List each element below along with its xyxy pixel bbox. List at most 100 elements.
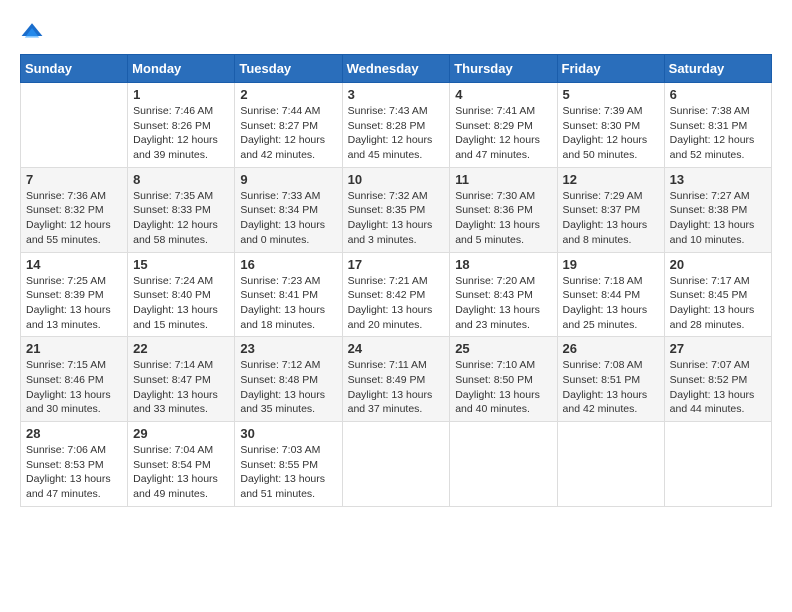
- day-info: Sunrise: 7:17 AMSunset: 8:45 PMDaylight:…: [670, 274, 766, 333]
- weekday-header: Thursday: [450, 55, 557, 83]
- calendar-cell: 23 Sunrise: 7:12 AMSunset: 8:48 PMDayligh…: [235, 337, 342, 422]
- day-number: 26: [563, 341, 659, 356]
- day-info: Sunrise: 7:14 AMSunset: 8:47 PMDaylight:…: [133, 358, 229, 417]
- day-number: 9: [240, 172, 336, 187]
- calendar-cell: 20 Sunrise: 7:17 AMSunset: 8:45 PMDayligh…: [664, 252, 771, 337]
- day-info: Sunrise: 7:44 AMSunset: 8:27 PMDaylight:…: [240, 104, 336, 163]
- day-number: 23: [240, 341, 336, 356]
- day-number: 30: [240, 426, 336, 441]
- day-number: 28: [26, 426, 122, 441]
- day-number: 18: [455, 257, 551, 272]
- day-info: Sunrise: 7:43 AMSunset: 8:28 PMDaylight:…: [348, 104, 445, 163]
- calendar-cell: 7 Sunrise: 7:36 AMSunset: 8:32 PMDaylight…: [21, 167, 128, 252]
- calendar-week-row: 7 Sunrise: 7:36 AMSunset: 8:32 PMDaylight…: [21, 167, 772, 252]
- day-info: Sunrise: 7:36 AMSunset: 8:32 PMDaylight:…: [26, 189, 122, 248]
- day-number: 17: [348, 257, 445, 272]
- day-number: 11: [455, 172, 551, 187]
- day-number: 7: [26, 172, 122, 187]
- calendar-cell: 19 Sunrise: 7:18 AMSunset: 8:44 PMDayligh…: [557, 252, 664, 337]
- calendar-cell: [21, 83, 128, 168]
- day-number: 5: [563, 87, 659, 102]
- calendar-week-row: 21 Sunrise: 7:15 AMSunset: 8:46 PMDayligh…: [21, 337, 772, 422]
- weekday-header: Friday: [557, 55, 664, 83]
- day-number: 14: [26, 257, 122, 272]
- calendar-cell: 15 Sunrise: 7:24 AMSunset: 8:40 PMDayligh…: [128, 252, 235, 337]
- day-info: Sunrise: 7:18 AMSunset: 8:44 PMDaylight:…: [563, 274, 659, 333]
- calendar-cell: 22 Sunrise: 7:14 AMSunset: 8:47 PMDayligh…: [128, 337, 235, 422]
- day-number: 13: [670, 172, 766, 187]
- calendar-cell: 24Sunrise: 7:11 AMSunset: 8:49 PMDayligh…: [342, 337, 450, 422]
- day-number: 19: [563, 257, 659, 272]
- calendar-cell: 17 Sunrise: 7:21 AMSunset: 8:42 PMDayligh…: [342, 252, 450, 337]
- calendar-cell: 27 Sunrise: 7:07 AMSunset: 8:52 PMDayligh…: [664, 337, 771, 422]
- day-number: 3: [348, 87, 445, 102]
- calendar-cell: 18Sunrise: 7:20 AMSunset: 8:43 PMDayligh…: [450, 252, 557, 337]
- day-info: Sunrise: 7:29 AMSunset: 8:37 PMDaylight:…: [563, 189, 659, 248]
- calendar-cell: 2 Sunrise: 7:44 AMSunset: 8:27 PMDaylight…: [235, 83, 342, 168]
- day-info: Sunrise: 7:25 AMSunset: 8:39 PMDaylight:…: [26, 274, 122, 333]
- day-number: 29: [133, 426, 229, 441]
- calendar-cell: 3 Sunrise: 7:43 AMSunset: 8:28 PMDaylight…: [342, 83, 450, 168]
- calendar-cell: 26 Sunrise: 7:08 AMSunset: 8:51 PMDayligh…: [557, 337, 664, 422]
- page-header: [20, 20, 772, 44]
- day-info: Sunrise: 7:24 AMSunset: 8:40 PMDaylight:…: [133, 274, 229, 333]
- day-number: 16: [240, 257, 336, 272]
- calendar-week-row: 14 Sunrise: 7:25 AMSunset: 8:39 PMDayligh…: [21, 252, 772, 337]
- calendar-cell: 8 Sunrise: 7:35 AMSunset: 8:33 PMDaylight…: [128, 167, 235, 252]
- calendar-cell: 14 Sunrise: 7:25 AMSunset: 8:39 PMDayligh…: [21, 252, 128, 337]
- day-info: Sunrise: 7:35 AMSunset: 8:33 PMDaylight:…: [133, 189, 229, 248]
- calendar-table: SundayMondayTuesdayWednesdayThursdayFrid…: [20, 54, 772, 507]
- day-number: 6: [670, 87, 766, 102]
- calendar-cell: 25Sunrise: 7:10 AMSunset: 8:50 PMDayligh…: [450, 337, 557, 422]
- day-info: Sunrise: 7:46 AMSunset: 8:26 PMDaylight:…: [133, 104, 229, 163]
- calendar-cell: [342, 422, 450, 507]
- day-number: 27: [670, 341, 766, 356]
- day-number: 21: [26, 341, 122, 356]
- day-number: 12: [563, 172, 659, 187]
- calendar-cell: 9 Sunrise: 7:33 AMSunset: 8:34 PMDaylight…: [235, 167, 342, 252]
- calendar-cell: 1 Sunrise: 7:46 AMSunset: 8:26 PMDaylight…: [128, 83, 235, 168]
- calendar-cell: 12 Sunrise: 7:29 AMSunset: 8:37 PMDayligh…: [557, 167, 664, 252]
- day-info: Sunrise: 7:06 AMSunset: 8:53 PMDaylight:…: [26, 443, 122, 502]
- day-number: 15: [133, 257, 229, 272]
- day-number: 24: [348, 341, 445, 356]
- day-number: 2: [240, 87, 336, 102]
- day-info: Sunrise: 7:15 AMSunset: 8:46 PMDaylight:…: [26, 358, 122, 417]
- day-info: Sunrise: 7:41 AMSunset: 8:29 PMDaylight:…: [455, 104, 551, 163]
- day-number: 1: [133, 87, 229, 102]
- calendar-week-row: 28 Sunrise: 7:06 AMSunset: 8:53 PMDayligh…: [21, 422, 772, 507]
- day-number: 20: [670, 257, 766, 272]
- day-info: Sunrise: 7:39 AMSunset: 8:30 PMDaylight:…: [563, 104, 659, 163]
- logo-icon: [20, 20, 44, 44]
- calendar-cell: 13Sunrise: 7:27 AMSunset: 8:38 PMDayligh…: [664, 167, 771, 252]
- weekday-header: Wednesday: [342, 55, 450, 83]
- calendar-cell: 11 Sunrise: 7:30 AMSunset: 8:36 PMDayligh…: [450, 167, 557, 252]
- calendar-week-row: 1 Sunrise: 7:46 AMSunset: 8:26 PMDaylight…: [21, 83, 772, 168]
- day-info: Sunrise: 7:12 AMSunset: 8:48 PMDaylight:…: [240, 358, 336, 417]
- day-info: Sunrise: 7:21 AMSunset: 8:42 PMDaylight:…: [348, 274, 445, 333]
- day-info: Sunrise: 7:03 AMSunset: 8:55 PMDaylight:…: [240, 443, 336, 502]
- logo: [20, 20, 48, 44]
- calendar-cell: 16 Sunrise: 7:23 AMSunset: 8:41 PMDayligh…: [235, 252, 342, 337]
- day-info: Sunrise: 7:10 AMSunset: 8:50 PMDaylight:…: [455, 358, 551, 417]
- day-info: Sunrise: 7:23 AMSunset: 8:41 PMDaylight:…: [240, 274, 336, 333]
- weekday-header: Tuesday: [235, 55, 342, 83]
- calendar-cell: 5 Sunrise: 7:39 AMSunset: 8:30 PMDaylight…: [557, 83, 664, 168]
- calendar-cell: 4 Sunrise: 7:41 AMSunset: 8:29 PMDaylight…: [450, 83, 557, 168]
- day-info: Sunrise: 7:07 AMSunset: 8:52 PMDaylight:…: [670, 358, 766, 417]
- calendar-cell: 29 Sunrise: 7:04 AMSunset: 8:54 PMDayligh…: [128, 422, 235, 507]
- day-info: Sunrise: 7:08 AMSunset: 8:51 PMDaylight:…: [563, 358, 659, 417]
- day-number: 4: [455, 87, 551, 102]
- weekday-header: Saturday: [664, 55, 771, 83]
- calendar-cell: 21 Sunrise: 7:15 AMSunset: 8:46 PMDayligh…: [21, 337, 128, 422]
- day-info: Sunrise: 7:38 AMSunset: 8:31 PMDaylight:…: [670, 104, 766, 163]
- day-info: Sunrise: 7:04 AMSunset: 8:54 PMDaylight:…: [133, 443, 229, 502]
- day-info: Sunrise: 7:33 AMSunset: 8:34 PMDaylight:…: [240, 189, 336, 248]
- calendar-cell: 30 Sunrise: 7:03 AMSunset: 8:55 PMDayligh…: [235, 422, 342, 507]
- day-info: Sunrise: 7:30 AMSunset: 8:36 PMDaylight:…: [455, 189, 551, 248]
- calendar-cell: 6 Sunrise: 7:38 AMSunset: 8:31 PMDaylight…: [664, 83, 771, 168]
- day-number: 8: [133, 172, 229, 187]
- day-number: 10: [348, 172, 445, 187]
- day-number: 22: [133, 341, 229, 356]
- weekday-header: Monday: [128, 55, 235, 83]
